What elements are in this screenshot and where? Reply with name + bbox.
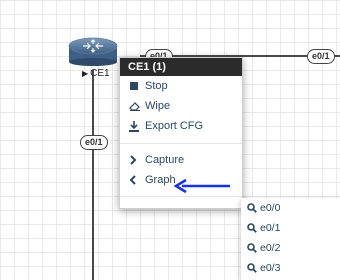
annotation-arrow-icon — [173, 178, 230, 194]
menu-title: CE1 (1) — [120, 58, 242, 76]
menu-item-label: Stop — [145, 80, 168, 92]
menu-item-stop[interactable]: Stop — [120, 76, 242, 96]
submenu-item-label: e0/1 — [260, 222, 281, 234]
node-status-arrow-icon: ▶ — [82, 69, 89, 78]
stop-icon — [129, 81, 143, 91]
chevron-right-icon — [129, 155, 143, 165]
search-icon — [247, 243, 257, 253]
menu-divider — [120, 143, 242, 144]
submenu-item-label: e0/0 — [260, 202, 281, 214]
submenu-item-label: e0/2 — [260, 242, 281, 254]
submenu-item-e0-0[interactable]: e0/0 — [241, 198, 340, 218]
search-icon — [247, 223, 257, 233]
iface-badge-top-right: e0/1 — [307, 49, 335, 64]
submenu-item-label: e0/3 — [260, 262, 281, 274]
topology-canvas[interactable]: e0/1 e0/1 e0/1 ▶ CE1 CE1 (1) Stop Wipe E… — [0, 0, 340, 280]
menu-item-wipe[interactable]: Wipe — [120, 96, 242, 116]
chevron-left-icon — [129, 175, 143, 185]
link-wire-vertical[interactable] — [92, 70, 94, 280]
menu-item-label: Wipe — [145, 100, 171, 112]
menu-divider — [120, 196, 242, 197]
menu-item-label: Export CFG — [145, 120, 204, 132]
search-icon — [247, 263, 257, 273]
menu-item-export-cfg[interactable]: Export CFG — [120, 116, 242, 136]
menu-item-label: Capture — [145, 154, 185, 166]
graph-submenu: e0/0 e0/1 e0/2 e0/3 — [241, 198, 340, 280]
menu-item-capture[interactable]: Capture — [120, 150, 242, 170]
search-icon — [247, 203, 257, 213]
iface-badge-left: e0/1 — [80, 135, 108, 150]
submenu-item-e0-3[interactable]: e0/3 — [241, 258, 340, 278]
router-icon[interactable] — [67, 36, 119, 66]
eraser-icon — [129, 101, 143, 111]
node-name: CE1 — [90, 68, 110, 79]
menu-item-label: Graph — [145, 174, 176, 186]
submenu-item-e0-1[interactable]: e0/1 — [241, 218, 340, 238]
node-label[interactable]: ▶ CE1 — [82, 68, 110, 79]
submenu-item-e0-2[interactable]: e0/2 — [241, 238, 340, 258]
download-icon — [129, 120, 143, 132]
